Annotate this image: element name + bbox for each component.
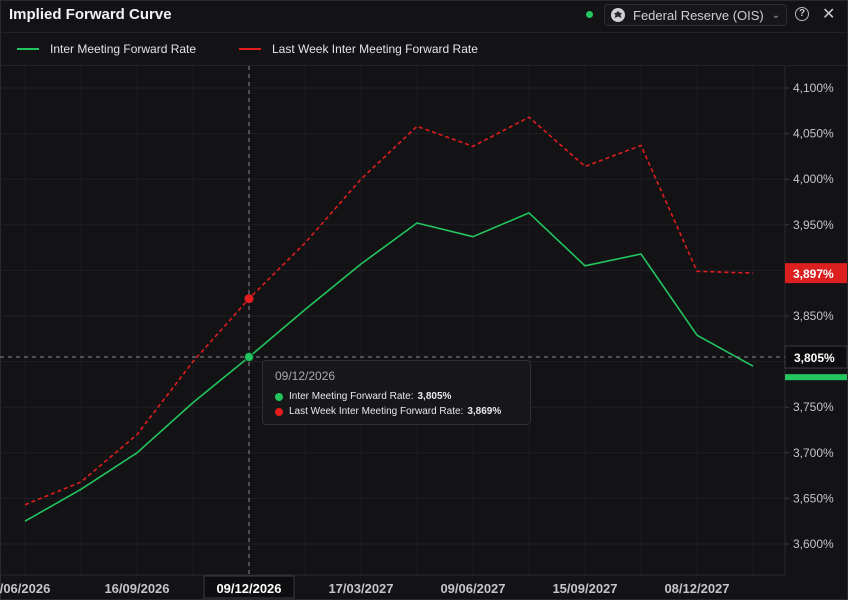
tooltip-dot-red	[275, 407, 283, 416]
y-tick-label: 3,650%	[793, 491, 834, 505]
tooltip-label-last-week: Last Week Inter Meeting Forward Rate:	[289, 406, 464, 417]
x-tick-label: /06/2026	[0, 581, 50, 596]
x-tick-label: 08/12/2027	[664, 581, 729, 596]
x-tick-label: 09/06/2027	[440, 581, 505, 596]
chart-tooltip: 09/12/2026 Inter Meeting Forward Rate: 3…	[262, 360, 531, 425]
chart-grid	[0, 66, 789, 576]
y-tick-label: 3,950%	[793, 218, 834, 232]
tooltip-label-current: Inter Meeting Forward Rate:	[289, 391, 414, 402]
y-tick-label: 3,750%	[793, 400, 834, 414]
crosshair-x-label: 09/12/2026	[216, 581, 281, 596]
y-tick-label: 4,050%	[793, 127, 834, 141]
crosshair-y-label: 3,805%	[794, 351, 835, 365]
y-tick-label: 3,850%	[793, 309, 834, 323]
forward-curve-chart[interactable]: 4,100%4,050%4,000%3,950%3,900%3,850%3,80…	[0, 0, 848, 600]
last-value-tag-current	[785, 374, 847, 381]
tooltip-value-last-week: 3,869%	[467, 406, 502, 417]
hover-point-current	[244, 352, 254, 363]
y-tick-label: 4,100%	[793, 81, 834, 95]
chart-series	[24, 116, 754, 522]
series-line-last-week	[24, 116, 754, 506]
last-value-label-last-week: 3,897%	[793, 267, 834, 281]
y-tick-label: 3,700%	[793, 446, 834, 460]
crosshair: 3,897% 3,805% 09/12/2026	[0, 66, 848, 599]
x-tick-label: 16/09/2026	[104, 581, 169, 596]
y-tick-label: 4,000%	[793, 172, 834, 186]
hover-point-last-week	[244, 294, 254, 304]
tooltip-row-last-week: Last Week Inter Meeting Forward Rate: 3,…	[275, 406, 518, 417]
tooltip-value-current: 3,805%	[417, 391, 452, 402]
tooltip-dot-green	[275, 392, 283, 401]
tooltip-row-current: Inter Meeting Forward Rate: 3,805%	[275, 391, 518, 402]
x-axis-labels: /06/2026 16/09/2026 17/03/2027 09/06/2027 15…	[0, 581, 730, 596]
y-tick-label: 3,600%	[793, 537, 834, 551]
x-tick-label: 17/03/2027	[328, 581, 393, 596]
y-axis-labels: 4,100%4,050%4,000%3,950%3,900%3,850%3,80…	[793, 81, 834, 551]
x-tick-label: 15/09/2027	[552, 581, 617, 596]
tooltip-date: 09/12/2026	[275, 369, 336, 383]
